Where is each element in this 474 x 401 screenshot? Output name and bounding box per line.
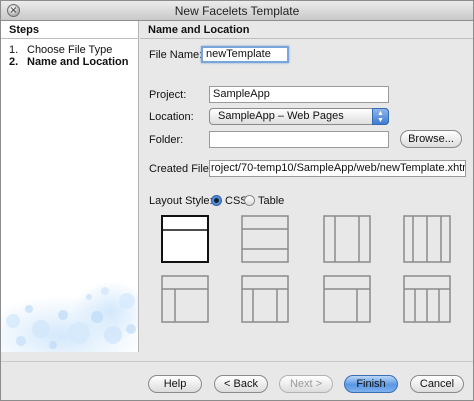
folder-input[interactable] <box>209 131 389 148</box>
title-bar[interactable]: × New Facelets Template <box>1 1 473 21</box>
layout-header-content-thumbnail[interactable] <box>161 215 209 263</box>
finish-button[interactable]: Finish <box>344 375 398 393</box>
project-label: Project: <box>149 89 187 101</box>
steps-heading: Steps <box>1 23 138 39</box>
decorative-bubbles-graphic <box>1 281 138 352</box>
step-name-and-location: 2. Name and Location <box>9 56 128 68</box>
layout-left-sidebar-thumbnail[interactable] <box>323 215 371 263</box>
layout-header-right-sidebar-thumbnail[interactable] <box>323 275 371 323</box>
next-button[interactable]: Next > <box>279 375 333 393</box>
panel-heading: Name and Location <box>140 23 473 39</box>
cancel-button[interactable]: Cancel <box>410 375 464 393</box>
table-radio-label[interactable]: Table <box>258 195 284 207</box>
created-file-field: roject/70-temp10/SampleApp/web/newTempla… <box>209 160 466 177</box>
created-file-label: Created File: <box>149 163 212 175</box>
file-name-input[interactable]: newTemplate <box>201 46 289 63</box>
layout-header-left-sidebar-thumbnail[interactable] <box>161 275 209 323</box>
layout-style-label: Layout Style: <box>149 195 213 207</box>
help-button[interactable]: Help <box>148 375 202 393</box>
folder-label: Folder: <box>149 134 184 146</box>
step-label: Name and Location <box>27 56 129 68</box>
location-select[interactable]: SampleApp – Web Pages ▲ ▼ <box>209 108 389 125</box>
updown-arrows-icon: ▲ ▼ <box>372 108 389 125</box>
browse-button[interactable]: Browse... <box>400 130 462 148</box>
project-field: SampleApp <box>209 86 389 103</box>
layout-header-footer-thumbnail[interactable] <box>241 215 289 263</box>
button-bar-divider <box>1 361 473 362</box>
step-choose-file-type: 1. Choose File Type <box>9 44 112 56</box>
location-selected-value: SampleApp – Web Pages <box>218 110 344 122</box>
layout-header-two-sidebars-thumbnail[interactable] <box>403 275 451 323</box>
css-radio[interactable] <box>211 195 222 206</box>
step-number: 1. <box>9 44 19 56</box>
location-label: Location: <box>149 111 194 123</box>
step-label: Choose File Type <box>27 44 113 56</box>
step-number: 2. <box>9 56 19 68</box>
back-button[interactable]: < Back <box>214 375 268 393</box>
table-radio[interactable] <box>244 195 255 206</box>
window-title: New Facelets Template <box>174 4 300 18</box>
dialog-window: × New Facelets Template Steps 1. Choose F… <box>0 0 474 401</box>
layout-three-columns-thumbnail[interactable] <box>403 215 451 263</box>
layout-header-three-columns-thumbnail[interactable] <box>241 275 289 323</box>
file-name-label: File Name: <box>149 49 203 61</box>
steps-panel: Steps 1. Choose File Type 2. Name and Loca… <box>1 21 139 352</box>
